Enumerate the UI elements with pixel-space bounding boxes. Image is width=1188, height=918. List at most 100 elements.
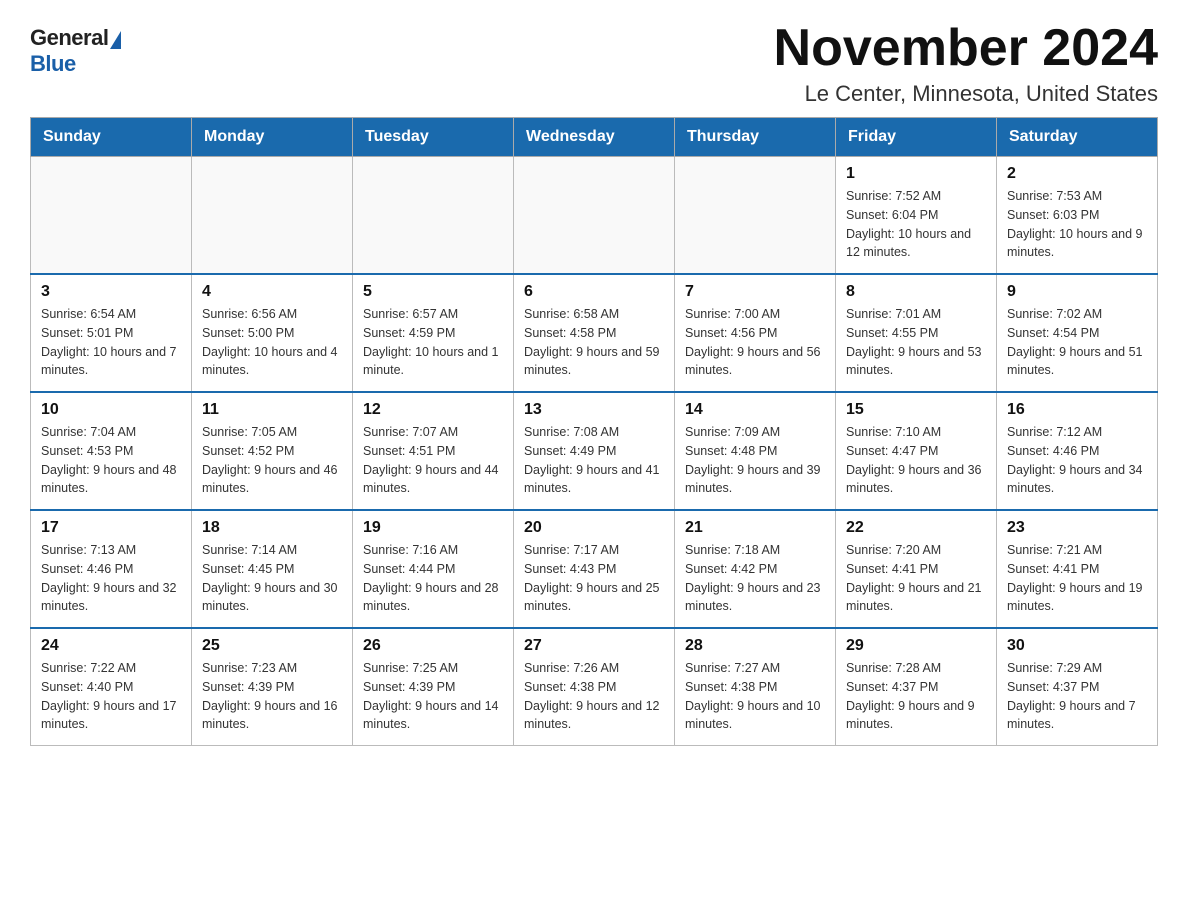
calendar-cell: 30 Sunrise: 7:29 AM Sunset: 4:37 PM Dayl…: [997, 628, 1158, 746]
day-info: Sunrise: 7:05 AM Sunset: 4:52 PM Dayligh…: [202, 423, 342, 498]
day-info: Sunrise: 7:12 AM Sunset: 4:46 PM Dayligh…: [1007, 423, 1147, 498]
calendar-cell: 15 Sunrise: 7:10 AM Sunset: 4:47 PM Dayl…: [836, 392, 997, 510]
day-number: 6: [524, 283, 664, 301]
day-number: 14: [685, 401, 825, 419]
col-tuesday: Tuesday: [353, 118, 514, 157]
calendar-cell: 19 Sunrise: 7:16 AM Sunset: 4:44 PM Dayl…: [353, 510, 514, 628]
calendar-cell: 16 Sunrise: 7:12 AM Sunset: 4:46 PM Dayl…: [997, 392, 1158, 510]
day-number: 25: [202, 637, 342, 655]
day-number: 3: [41, 283, 181, 301]
day-info: Sunrise: 7:08 AM Sunset: 4:49 PM Dayligh…: [524, 423, 664, 498]
day-info: Sunrise: 7:20 AM Sunset: 4:41 PM Dayligh…: [846, 541, 986, 616]
calendar-cell: [353, 157, 514, 275]
logo: General Blue: [30, 20, 121, 77]
calendar-cell: 24 Sunrise: 7:22 AM Sunset: 4:40 PM Dayl…: [31, 628, 192, 746]
day-info: Sunrise: 6:57 AM Sunset: 4:59 PM Dayligh…: [363, 305, 503, 380]
calendar-cell: 11 Sunrise: 7:05 AM Sunset: 4:52 PM Dayl…: [192, 392, 353, 510]
calendar-week-row: 3 Sunrise: 6:54 AM Sunset: 5:01 PM Dayli…: [31, 274, 1158, 392]
calendar-cell: 7 Sunrise: 7:00 AM Sunset: 4:56 PM Dayli…: [675, 274, 836, 392]
day-info: Sunrise: 7:28 AM Sunset: 4:37 PM Dayligh…: [846, 659, 986, 734]
col-friday: Friday: [836, 118, 997, 157]
calendar-cell: 3 Sunrise: 6:54 AM Sunset: 5:01 PM Dayli…: [31, 274, 192, 392]
calendar-cell: 18 Sunrise: 7:14 AM Sunset: 4:45 PM Dayl…: [192, 510, 353, 628]
day-number: 22: [846, 519, 986, 537]
day-number: 28: [685, 637, 825, 655]
calendar-header-row: Sunday Monday Tuesday Wednesday Thursday…: [31, 118, 1158, 157]
col-sunday: Sunday: [31, 118, 192, 157]
calendar-cell: 14 Sunrise: 7:09 AM Sunset: 4:48 PM Dayl…: [675, 392, 836, 510]
day-number: 2: [1007, 165, 1147, 183]
calendar-table: Sunday Monday Tuesday Wednesday Thursday…: [30, 117, 1158, 746]
day-number: 24: [41, 637, 181, 655]
day-number: 9: [1007, 283, 1147, 301]
day-number: 8: [846, 283, 986, 301]
day-number: 17: [41, 519, 181, 537]
calendar-cell: 1 Sunrise: 7:52 AM Sunset: 6:04 PM Dayli…: [836, 157, 997, 275]
calendar-cell: 28 Sunrise: 7:27 AM Sunset: 4:38 PM Dayl…: [675, 628, 836, 746]
day-number: 10: [41, 401, 181, 419]
day-number: 29: [846, 637, 986, 655]
day-number: 15: [846, 401, 986, 419]
page-header: General Blue November 2024 Le Center, Mi…: [30, 20, 1158, 107]
day-info: Sunrise: 7:21 AM Sunset: 4:41 PM Dayligh…: [1007, 541, 1147, 616]
day-info: Sunrise: 7:13 AM Sunset: 4:46 PM Dayligh…: [41, 541, 181, 616]
day-info: Sunrise: 7:22 AM Sunset: 4:40 PM Dayligh…: [41, 659, 181, 734]
day-info: Sunrise: 7:00 AM Sunset: 4:56 PM Dayligh…: [685, 305, 825, 380]
calendar-week-row: 17 Sunrise: 7:13 AM Sunset: 4:46 PM Dayl…: [31, 510, 1158, 628]
calendar-cell: 21 Sunrise: 7:18 AM Sunset: 4:42 PM Dayl…: [675, 510, 836, 628]
day-number: 23: [1007, 519, 1147, 537]
day-number: 18: [202, 519, 342, 537]
calendar-week-row: 24 Sunrise: 7:22 AM Sunset: 4:40 PM Dayl…: [31, 628, 1158, 746]
title-section: November 2024 Le Center, Minnesota, Unit…: [774, 20, 1158, 107]
day-info: Sunrise: 7:10 AM Sunset: 4:47 PM Dayligh…: [846, 423, 986, 498]
day-info: Sunrise: 7:09 AM Sunset: 4:48 PM Dayligh…: [685, 423, 825, 498]
calendar-cell: 13 Sunrise: 7:08 AM Sunset: 4:49 PM Dayl…: [514, 392, 675, 510]
day-info: Sunrise: 7:17 AM Sunset: 4:43 PM Dayligh…: [524, 541, 664, 616]
day-info: Sunrise: 7:53 AM Sunset: 6:03 PM Dayligh…: [1007, 187, 1147, 262]
day-info: Sunrise: 7:02 AM Sunset: 4:54 PM Dayligh…: [1007, 305, 1147, 380]
day-number: 11: [202, 401, 342, 419]
page-title: November 2024: [774, 20, 1158, 77]
day-number: 21: [685, 519, 825, 537]
calendar-cell: [675, 157, 836, 275]
day-info: Sunrise: 6:56 AM Sunset: 5:00 PM Dayligh…: [202, 305, 342, 380]
col-monday: Monday: [192, 118, 353, 157]
day-info: Sunrise: 6:58 AM Sunset: 4:58 PM Dayligh…: [524, 305, 664, 380]
day-info: Sunrise: 7:14 AM Sunset: 4:45 PM Dayligh…: [202, 541, 342, 616]
calendar-cell: 10 Sunrise: 7:04 AM Sunset: 4:53 PM Dayl…: [31, 392, 192, 510]
col-thursday: Thursday: [675, 118, 836, 157]
day-info: Sunrise: 7:07 AM Sunset: 4:51 PM Dayligh…: [363, 423, 503, 498]
day-number: 4: [202, 283, 342, 301]
day-info: Sunrise: 6:54 AM Sunset: 5:01 PM Dayligh…: [41, 305, 181, 380]
day-number: 7: [685, 283, 825, 301]
calendar-cell: [514, 157, 675, 275]
calendar-cell: 20 Sunrise: 7:17 AM Sunset: 4:43 PM Dayl…: [514, 510, 675, 628]
calendar-week-row: 10 Sunrise: 7:04 AM Sunset: 4:53 PM Dayl…: [31, 392, 1158, 510]
col-saturday: Saturday: [997, 118, 1158, 157]
calendar-cell: 25 Sunrise: 7:23 AM Sunset: 4:39 PM Dayl…: [192, 628, 353, 746]
calendar-cell: 26 Sunrise: 7:25 AM Sunset: 4:39 PM Dayl…: [353, 628, 514, 746]
calendar-cell: 4 Sunrise: 6:56 AM Sunset: 5:00 PM Dayli…: [192, 274, 353, 392]
calendar-cell: 17 Sunrise: 7:13 AM Sunset: 4:46 PM Dayl…: [31, 510, 192, 628]
calendar-cell: 22 Sunrise: 7:20 AM Sunset: 4:41 PM Dayl…: [836, 510, 997, 628]
calendar-cell: [192, 157, 353, 275]
calendar-cell: 9 Sunrise: 7:02 AM Sunset: 4:54 PM Dayli…: [997, 274, 1158, 392]
logo-triangle-icon: [110, 31, 121, 49]
logo-general-text: General: [30, 25, 108, 51]
calendar-cell: 29 Sunrise: 7:28 AM Sunset: 4:37 PM Dayl…: [836, 628, 997, 746]
day-info: Sunrise: 7:52 AM Sunset: 6:04 PM Dayligh…: [846, 187, 986, 262]
day-info: Sunrise: 7:25 AM Sunset: 4:39 PM Dayligh…: [363, 659, 503, 734]
day-info: Sunrise: 7:26 AM Sunset: 4:38 PM Dayligh…: [524, 659, 664, 734]
day-number: 13: [524, 401, 664, 419]
calendar-cell: 12 Sunrise: 7:07 AM Sunset: 4:51 PM Dayl…: [353, 392, 514, 510]
col-wednesday: Wednesday: [514, 118, 675, 157]
calendar-cell: 8 Sunrise: 7:01 AM Sunset: 4:55 PM Dayli…: [836, 274, 997, 392]
day-number: 16: [1007, 401, 1147, 419]
day-info: Sunrise: 7:29 AM Sunset: 4:37 PM Dayligh…: [1007, 659, 1147, 734]
day-info: Sunrise: 7:01 AM Sunset: 4:55 PM Dayligh…: [846, 305, 986, 380]
day-number: 1: [846, 165, 986, 183]
day-number: 12: [363, 401, 503, 419]
calendar-cell: [31, 157, 192, 275]
day-info: Sunrise: 7:23 AM Sunset: 4:39 PM Dayligh…: [202, 659, 342, 734]
calendar-cell: 5 Sunrise: 6:57 AM Sunset: 4:59 PM Dayli…: [353, 274, 514, 392]
